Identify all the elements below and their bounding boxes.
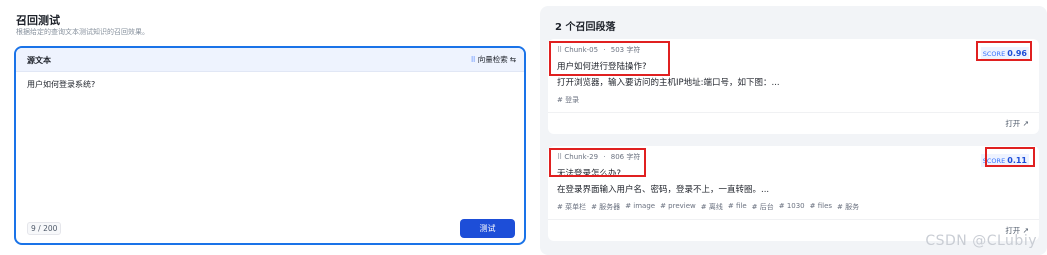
highlight-box	[549, 148, 646, 177]
tag: # 服务	[837, 203, 860, 211]
open-link[interactable]: 打开 ↗	[1005, 118, 1029, 129]
tag: # image	[625, 202, 656, 210]
arrow-up-right-icon: ↗	[1022, 119, 1029, 128]
test-button[interactable]: 测试	[460, 219, 515, 238]
card-footer	[548, 112, 1039, 134]
recall-test-panel: 召回测试 根据给定的查询文本测试知识的召回效果。 源文本 ⠿ 向量检索 ⇆ 用户…	[0, 0, 532, 255]
swap-icon: ⇆	[509, 55, 516, 64]
source-text-box[interactable]: 源文本 ⠿ 向量检索 ⇆ 用户如何登录系统? 9 / 200 测试	[14, 46, 526, 245]
query-input[interactable]: 用户如何登录系统?	[27, 79, 95, 90]
retrieval-mode-label: 向量检索	[477, 55, 508, 64]
results-title: 2 个召回段落	[555, 22, 616, 33]
highlight-box	[549, 41, 670, 76]
highlight-box	[976, 41, 1032, 61]
tag-list: # 菜单栏 # 服务器 # image # preview # 离线 # fil…	[557, 202, 859, 212]
watermark: CSDN @CLubiy	[925, 233, 1037, 249]
grid-icon: ⠿	[470, 55, 476, 64]
page-title: 召回测试	[16, 14, 60, 27]
chunk-answer: 在登录界面输入用户名、密码，登录不上，一直转圈。...	[557, 185, 770, 195]
tag: # 登录	[557, 96, 580, 104]
chunk-answer: 打开浏览器，输入要访问的主机IP地址:端口号，如下图：...	[557, 78, 780, 88]
tag: # 后台	[751, 203, 774, 211]
highlight-box	[985, 147, 1035, 167]
tag: # 菜单栏	[557, 203, 587, 211]
open-label: 打开	[1005, 119, 1021, 128]
tag: # 服务器	[591, 203, 621, 211]
tag: # 1030	[778, 202, 805, 210]
tag: # 离线	[700, 203, 723, 211]
page-description: 根据给定的查询文本测试知识的召回效果。	[16, 28, 149, 36]
source-label: 源文本	[27, 56, 51, 65]
tag: # file	[727, 202, 747, 210]
tag-list: # 登录	[557, 95, 579, 105]
tag: # files	[809, 202, 833, 210]
char-counter: 9 / 200	[27, 222, 62, 235]
tag: # preview	[660, 202, 696, 210]
retrieval-mode-button[interactable]: ⠿ 向量检索 ⇆	[471, 54, 516, 65]
source-header: 源文本 ⠿ 向量检索 ⇆	[16, 48, 524, 72]
